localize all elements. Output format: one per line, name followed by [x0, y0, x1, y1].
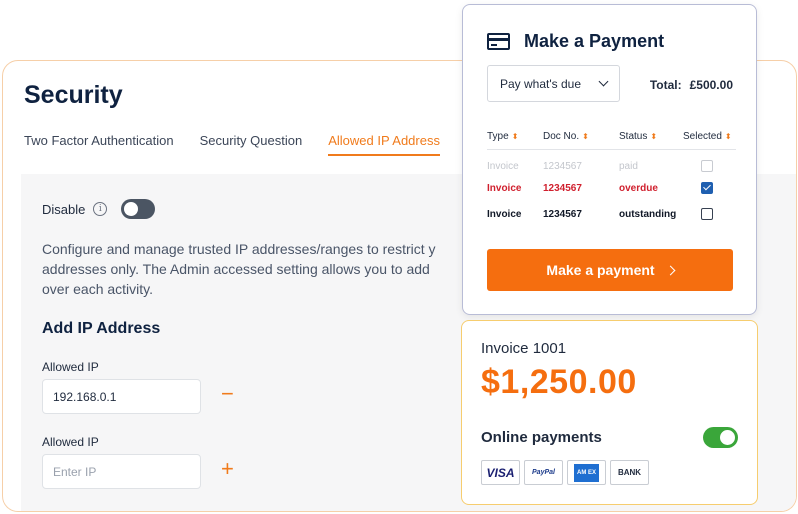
row-status: outstanding [619, 208, 677, 220]
column-header-type[interactable]: Type ⬍ [487, 125, 543, 150]
column-header-doc[interactable]: Doc No. ⬍ [543, 125, 619, 150]
toggle-knob [124, 202, 139, 216]
column-header-status[interactable]: Status ⬍ [619, 125, 683, 150]
bank-logo: BANK [610, 460, 649, 485]
make-payment-card: Make a Payment Pay what's due Total: £500… [462, 4, 757, 315]
row-select-checkbox[interactable] [701, 182, 713, 194]
row-select-checkbox[interactable] [701, 160, 713, 173]
make-payment-button[interactable]: Make a payment [487, 249, 733, 291]
allowed-ip-label: Allowed IP [42, 360, 99, 374]
disable-label: Disable [42, 201, 86, 217]
table-row: Invoice 1234567 overdue [487, 175, 736, 201]
paypal-logo: PayPal [524, 460, 563, 485]
sort-icon[interactable]: ⬍ [725, 132, 732, 141]
ip-description: Configure and manage trusted IP addresse… [42, 241, 436, 297]
pay-amount-select[interactable]: Pay what's due [487, 65, 620, 102]
sort-icon[interactable]: ⬍ [582, 132, 589, 141]
tab-allowed-ip[interactable]: Allowed IP Address [328, 133, 440, 156]
table-header-row: Type ⬍ Doc No. ⬍ Status ⬍ Selected ⬍ [487, 125, 736, 150]
row-doc: 1234567 [543, 208, 582, 220]
online-payments-toggle[interactable] [703, 427, 738, 448]
table-row: Invoice 1234567 paid [487, 149, 736, 175]
page-title: Security [24, 81, 123, 109]
tab-two-factor[interactable]: Two Factor Authentication [24, 133, 174, 156]
row-status: overdue [619, 182, 658, 194]
disable-toggle[interactable] [121, 199, 156, 219]
payment-total: Total: £500.00 [650, 78, 733, 92]
column-header-selected[interactable]: Selected ⬍ [683, 125, 736, 150]
allowed-ip-label: Allowed IP [42, 435, 99, 449]
row-status: paid [619, 160, 638, 172]
add-ip-heading: Add IP Address [42, 320, 161, 337]
row-type: Invoice [487, 160, 519, 172]
credit-card-icon [487, 33, 510, 50]
sort-icon[interactable]: ⬍ [512, 132, 519, 141]
total-label: Total: [649, 78, 682, 92]
amex-logo: AM EX [567, 460, 606, 485]
payment-title: Make a Payment [524, 31, 665, 51]
row-select-checkbox[interactable] [701, 208, 713, 220]
visa-logo: VISA [481, 460, 520, 485]
row-type: Invoice [487, 208, 522, 220]
row-doc: 1234567 [543, 182, 582, 194]
info-icon[interactable]: i [93, 202, 108, 216]
pay-select-value: Pay what's due [500, 76, 582, 91]
toggle-knob [720, 430, 735, 445]
invoice-number: Invoice 1001 [481, 340, 567, 357]
sort-icon[interactable]: ⬍ [650, 132, 657, 141]
chevron-right-icon [665, 265, 676, 275]
online-payments-label: Online payments [481, 429, 602, 446]
invoice-amount: $1,250.00 [481, 363, 637, 401]
documents-table: Type ⬍ Doc No. ⬍ Status ⬍ Selected ⬍ Invoice… [487, 125, 736, 227]
disable-row: Disable i [42, 199, 156, 219]
row-type: Invoice [487, 182, 522, 194]
add-ip-button[interactable]: + [221, 458, 234, 480]
total-value: £500.00 [689, 78, 733, 92]
payment-header: Make a Payment [487, 31, 664, 52]
chevron-down-icon [598, 76, 609, 87]
invoice-card: Invoice 1001 $1,250.00 Online payments V… [461, 320, 758, 505]
security-tabs: Two Factor Authentication Security Quest… [24, 133, 466, 156]
tab-security-question[interactable]: Security Question [200, 133, 303, 156]
remove-ip-button[interactable]: − [221, 383, 234, 405]
payment-methods: VISA PayPal AM EX BANK [481, 460, 653, 485]
row-doc: 1234567 [543, 160, 582, 172]
allowed-ip-input[interactable] [42, 379, 201, 414]
table-row: Invoice 1234567 outstanding [487, 201, 736, 227]
make-payment-label: Make a payment [546, 262, 655, 278]
new-ip-input[interactable] [42, 454, 201, 489]
